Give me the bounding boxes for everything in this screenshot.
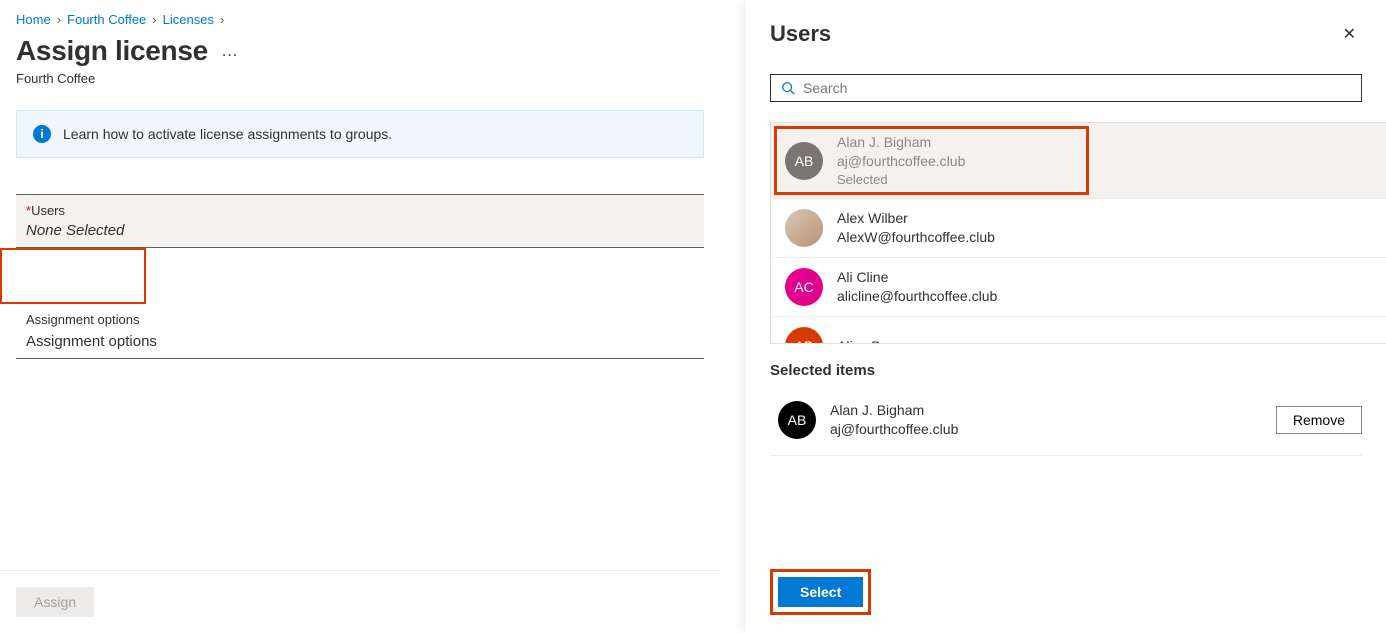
page-title: Assign license: [16, 35, 208, 67]
user-info: Alex WilberAlexW@fourthcoffee.club: [837, 209, 995, 247]
user-name: Alan J. Bigham: [837, 133, 965, 152]
search-icon: [781, 81, 795, 95]
user-email: alicline@fourthcoffee.club: [837, 287, 997, 306]
avatar: AB: [785, 327, 823, 344]
selected-label: Selected: [837, 171, 965, 189]
chevron-icon: ›: [220, 12, 224, 27]
user-list[interactable]: AB Alan J. Bighamaj@fourthcoffee.clubSele…: [770, 122, 1386, 344]
users-field-value: None Selected: [26, 222, 694, 239]
info-banner[interactable]: i Learn how to activate license assignme…: [16, 110, 704, 158]
user-row[interactable]: AB Alice Berry: [771, 317, 1386, 344]
assign-button[interactable]: Assign: [16, 587, 94, 617]
avatar: AB: [778, 401, 816, 439]
more-menu[interactable]: ...: [222, 43, 238, 61]
highlight-users-box: [0, 248, 146, 304]
user-info: Alice Berry: [837, 337, 905, 344]
avatar: AC: [785, 268, 823, 306]
highlight-select-box: Select: [770, 569, 871, 615]
search-box[interactable]: [770, 74, 1362, 102]
page-subtitle: Fourth Coffee: [0, 71, 720, 110]
select-button[interactable]: Select: [778, 577, 863, 607]
footer-bar: Assign: [0, 570, 720, 633]
user-info: Alan J. Bighamaj@fourthcoffee.clubSelect…: [837, 133, 965, 188]
user-row[interactable]: AC Ali Clinealicline@fourthcoffee.club: [771, 258, 1386, 317]
breadcrumb-org[interactable]: Fourth Coffee: [67, 12, 146, 27]
assignment-options-value: Assignment options: [26, 333, 694, 350]
users-panel: Users ✕ ABAlan J. Bighamaj@fourthcoffee.…: [746, 0, 1386, 633]
assignment-options-field[interactable]: Assignment options Assignment options: [16, 304, 704, 359]
user-info: Alan J. Bighamaj@fourthcoffee.club: [830, 401, 1262, 439]
user-email: aj@fourthcoffee.club: [837, 152, 965, 171]
user-row[interactable]: Alex WilberAlexW@fourthcoffee.club: [771, 199, 1386, 258]
breadcrumb-licenses[interactable]: Licenses: [163, 12, 214, 27]
user-email: AlexW@fourthcoffee.club: [837, 228, 995, 247]
user-name: Ali Cline: [837, 268, 997, 287]
panel-title: Users: [770, 21, 831, 47]
info-text: Learn how to activate license assignment…: [63, 126, 392, 142]
breadcrumb: Home › Fourth Coffee › Licenses ›: [0, 12, 720, 35]
assignment-options-label: Assignment options: [26, 312, 694, 327]
remove-button[interactable]: Remove: [1276, 406, 1362, 434]
selected-item-row: AB Alan J. Bighamaj@fourthcoffee.club Remo…: [770, 393, 1362, 456]
chevron-icon: ›: [57, 12, 61, 27]
selected-items-heading: Selected items: [770, 362, 1362, 379]
avatar: [785, 209, 823, 247]
breadcrumb-home[interactable]: Home: [16, 12, 51, 27]
users-field-label: Users: [31, 203, 65, 218]
user-info: Ali Clinealicline@fourthcoffee.club: [837, 268, 997, 306]
search-input[interactable]: [803, 80, 1351, 96]
avatar: AB: [785, 142, 823, 180]
close-icon[interactable]: ✕: [1337, 18, 1362, 50]
chevron-icon: ›: [152, 12, 156, 27]
user-name: Alice Berry: [837, 337, 905, 344]
user-email: aj@fourthcoffee.club: [830, 420, 1262, 439]
user-row[interactable]: AB Alan J. Bighamaj@fourthcoffee.clubSele…: [771, 123, 1386, 199]
info-icon: i: [33, 125, 51, 143]
users-field[interactable]: *Users None Selected: [16, 194, 704, 248]
user-name: Alan J. Bigham: [830, 401, 1262, 420]
user-name: Alex Wilber: [837, 209, 995, 228]
